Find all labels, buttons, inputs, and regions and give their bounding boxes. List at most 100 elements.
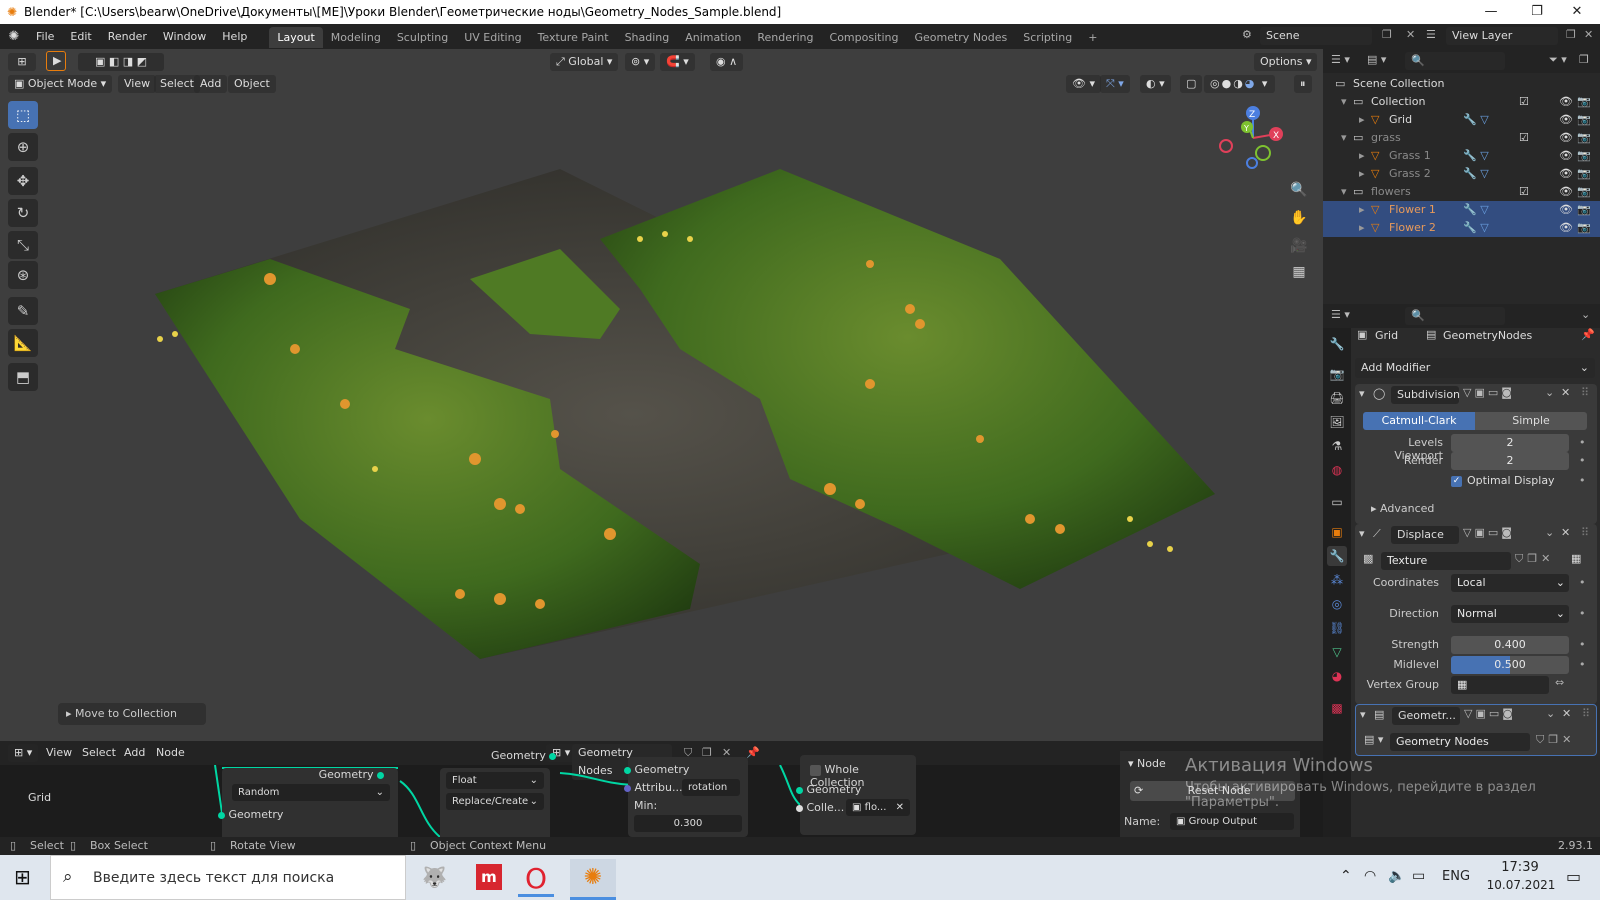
scene-tab-icon[interactable]: ⚗: [1327, 436, 1347, 456]
optimal-display-keyframe-icon[interactable]: •: [1579, 474, 1586, 487]
outliner-row[interactable]: ▸ ▽ Flower 1 🔧 ▽ 👁 📷: [1323, 201, 1600, 219]
clear-collection-icon[interactable]: ✕: [896, 799, 904, 816]
coordinates-keyframe-icon[interactable]: •: [1579, 576, 1586, 589]
view-layer-selector[interactable]: View Layer: [1446, 27, 1558, 45]
expand-arrow-icon[interactable]: ▾: [1341, 183, 1347, 201]
expand-arrow-icon[interactable]: ▸: [1359, 165, 1365, 183]
add-modifier-dropdown[interactable]: Add Modifier ⌄: [1355, 358, 1595, 378]
camera-view-icon[interactable]: 🎥: [1286, 233, 1312, 259]
snap-icon[interactable]: 🧲 ▾: [660, 53, 695, 71]
mega-app-icon[interactable]: m: [476, 864, 502, 890]
view-layer-tab-icon[interactable]: 🖼: [1327, 412, 1347, 432]
expand-arrow-icon[interactable]: ▸: [1359, 201, 1365, 219]
menu-help[interactable]: Help: [214, 24, 255, 49]
displace-menu-icon[interactable]: ⌄: [1545, 526, 1554, 539]
expand-arrow-icon[interactable]: ▸: [1359, 219, 1365, 237]
node-menu-add[interactable]: Add: [118, 744, 151, 762]
modifier-data-icons[interactable]: 🔧 ▽: [1463, 147, 1489, 165]
modifier-data-icons[interactable]: 🔧 ▽: [1463, 219, 1489, 237]
expand-arrow-icon[interactable]: ▸: [1359, 111, 1365, 129]
render-camera-icon[interactable]: 📷: [1577, 165, 1591, 183]
render-camera-icon[interactable]: 📷: [1577, 183, 1591, 201]
render-camera-icon[interactable]: 📷: [1577, 129, 1591, 147]
tab-rendering[interactable]: Rendering: [749, 27, 821, 48]
select-mode-icons[interactable]: ▣ ◧ ◨ ◩: [78, 53, 164, 71]
subdivision-menu-icon[interactable]: ⌄: [1545, 386, 1554, 399]
windows-start-icon[interactable]: ⊞: [14, 865, 31, 889]
render-camera-icon[interactable]: 📷: [1577, 147, 1591, 165]
tab-shading[interactable]: Shading: [617, 27, 678, 48]
options-dropdown[interactable]: Options ▾: [1254, 53, 1318, 71]
attribute-type-dropdown[interactable]: Float ⌄: [446, 772, 544, 789]
zoom-icon[interactable]: 🔍: [1286, 177, 1312, 203]
outliner-row[interactable]: ▾ ▭ Collection ☑ 👁 📷: [1323, 93, 1600, 111]
visibility-eye-icon[interactable]: 👁: [1559, 93, 1573, 111]
pan-hand-icon[interactable]: ✋: [1286, 205, 1312, 231]
node-sidebar-section[interactable]: ▾ Node: [1128, 757, 1166, 770]
geometry-drag-icon[interactable]: ⠿: [1582, 707, 1590, 720]
perspective-grid-icon[interactable]: ▦: [1286, 259, 1312, 285]
visibility-eye-icon[interactable]: 👁: [1559, 201, 1573, 219]
add-cube-tool-icon[interactable]: ⬒: [8, 363, 38, 391]
displace-drag-icon[interactable]: ⠿: [1581, 526, 1589, 539]
geometry-output-socket[interactable]: [377, 771, 384, 779]
geometry-menu-icon[interactable]: ⌄: [1546, 707, 1555, 720]
delete-view-layer-icon[interactable]: ✕: [1584, 28, 1593, 41]
visibility-eye-icon[interactable]: 👁: [1559, 183, 1573, 201]
modifier-tab-icon[interactable]: 🔧: [1327, 546, 1347, 566]
optimal-display-checkbox[interactable]: ✓: [1451, 476, 1462, 487]
navigation-gizmo[interactable]: Z X Y: [1218, 103, 1288, 173]
exclude-checkbox[interactable]: ☑: [1519, 129, 1529, 147]
battery-icon[interactable]: ▭: [1412, 868, 1425, 884]
viewport-menu-add[interactable]: Add: [194, 75, 228, 93]
displace-toggle-icons[interactable]: ▽▣▭◙: [1463, 526, 1515, 539]
menu-render[interactable]: Render: [100, 24, 155, 49]
menu-file[interactable]: File: [28, 24, 62, 49]
visibility-eye-icon[interactable]: 👁: [1559, 111, 1573, 129]
tray-chevron-icon[interactable]: ⌃: [1340, 868, 1352, 884]
node-menu-select[interactable]: Select: [76, 744, 122, 762]
physics-tab-icon[interactable]: ◎: [1327, 594, 1347, 614]
modifier-data-icons[interactable]: 🔧 ▽: [1463, 201, 1489, 219]
blender-menu-icon[interactable]: ✺: [0, 29, 28, 44]
collection-field[interactable]: ▣ flo... ✕: [846, 799, 910, 816]
measure-tool-icon[interactable]: 📐: [8, 329, 38, 357]
tab-compositing[interactable]: Compositing: [822, 27, 907, 48]
render-camera-icon[interactable]: 📷: [1577, 201, 1591, 219]
node-distribute[interactable]: Geometry Random ⌄ Geometry: [218, 768, 398, 837]
data-tab-icon[interactable]: ▽: [1327, 642, 1347, 662]
scene-selector[interactable]: Scene: [1260, 27, 1372, 45]
notifications-icon[interactable]: ▭: [1566, 867, 1581, 886]
node-editor-type-icon[interactable]: ⊞ ▾: [8, 744, 39, 762]
output-tab-icon[interactable]: 🖨: [1327, 388, 1347, 408]
collapse-displace-icon[interactable]: ▾: [1359, 527, 1365, 540]
invert-vertex-group-icon[interactable]: ⇔: [1555, 676, 1564, 689]
distribute-mode-dropdown[interactable]: Random ⌄: [232, 784, 390, 801]
attribute-socket[interactable]: [624, 784, 631, 792]
gizmo-neg-x[interactable]: [1219, 139, 1233, 153]
visibility-eye-icon[interactable]: 👁: [1559, 147, 1573, 165]
constraints-tab-icon[interactable]: ⛓: [1327, 618, 1347, 638]
node-group-browse-icon[interactable]: ▤ ▾: [1364, 733, 1383, 746]
language-indicator[interactable]: ENG: [1442, 869, 1470, 884]
viewport-menu-object[interactable]: Object: [228, 75, 276, 93]
texture-tab-icon[interactable]: ▩: [1327, 698, 1347, 718]
texture-selector[interactable]: Texture: [1381, 552, 1511, 570]
node-editor[interactable]: ⊞ ▾ View Select Add Node ⊞ ▾ Geometry No…: [0, 741, 1323, 837]
annotate-tool-icon[interactable]: ✎: [8, 297, 38, 325]
volume-icon[interactable]: 🔈: [1388, 868, 1405, 884]
tab-texture-paint[interactable]: Texture Paint: [530, 27, 617, 48]
render-camera-icon[interactable]: 📷: [1577, 111, 1591, 129]
gizmo-neg-z[interactable]: [1246, 157, 1258, 169]
outliner-row[interactable]: ▸ ▽ Grid 🔧 ▽ 👁 📷: [1323, 111, 1600, 129]
node-attribute[interactable]: Float ⌄ Replace/Create ⌄: [440, 768, 550, 837]
collection-geometry-socket[interactable]: [796, 786, 803, 794]
object-tab-icon[interactable]: ▣: [1327, 522, 1347, 542]
strength-keyframe-icon[interactable]: •: [1579, 638, 1586, 651]
midlevel-field[interactable]: 0.500: [1451, 656, 1569, 674]
outliner-row[interactable]: ▸ ▽ Grass 1 🔧 ▽ 👁 📷: [1323, 147, 1600, 165]
visibility-eye-icon[interactable]: 👁: [1559, 129, 1573, 147]
collapse-geometry-icon[interactable]: ▾: [1360, 708, 1366, 721]
scale-tool-icon[interactable]: ⤡: [8, 231, 38, 259]
minimize-button[interactable]: —: [1468, 0, 1514, 24]
